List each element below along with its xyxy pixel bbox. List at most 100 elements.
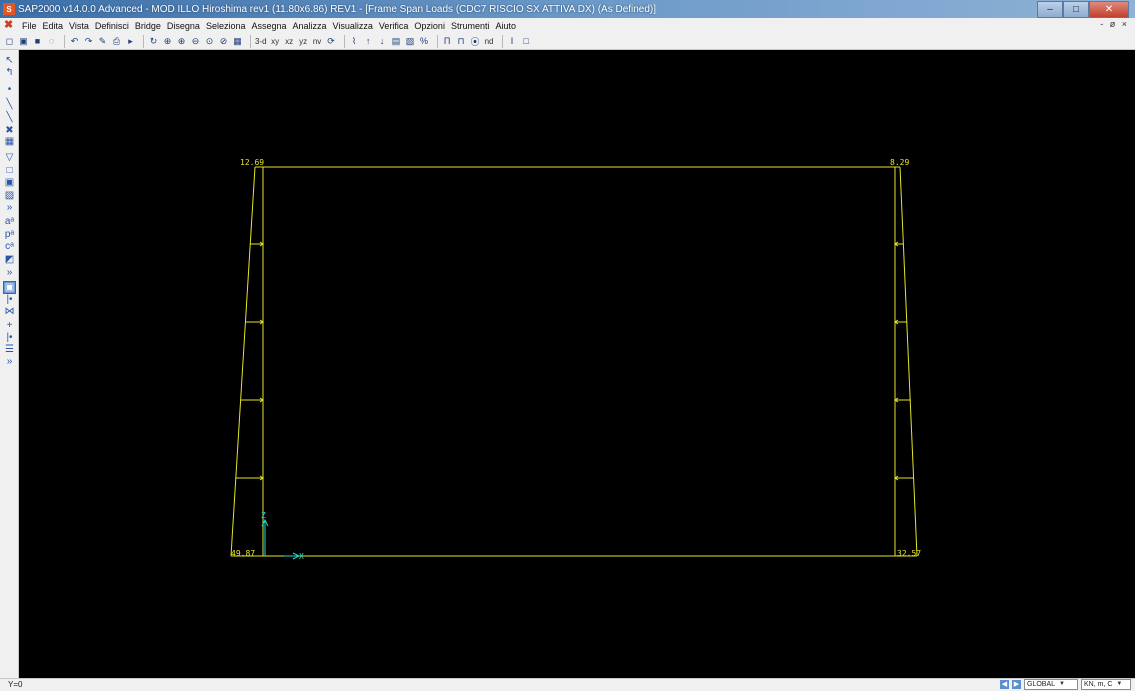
close-icon: ✕ [1104,4,1114,15]
quick-frame-icon[interactable]: ╲ [4,112,15,123]
menu-disegna[interactable]: Disegna [164,21,203,31]
menu-opzioni[interactable]: Opzioni [411,21,448,31]
snap-mid-icon[interactable]: ⋈ [4,306,15,317]
z-axis-label: Z [261,511,266,520]
coord-system-value: GLOBAL [1027,681,1056,688]
quick-area-icon[interactable]: ▣ [4,177,15,188]
zoom-window-icon[interactable]: ⊕ [162,35,173,48]
snap-end-icon[interactable]: |• [4,294,15,305]
units-select[interactable]: KN, m, C ▼ [1081,679,1131,690]
new-icon[interactable]: ◻ [4,35,15,48]
menu-seleziona[interactable]: Seleziona [203,21,249,31]
redo-icon[interactable]: ↷ [83,35,94,48]
snap-intersection-icon[interactable]: + [4,320,15,331]
chevron-down-icon: ▼ [1116,681,1123,687]
grid-icon[interactable]: ▦ [4,136,15,147]
nd-label[interactable]: nd [484,35,495,48]
window-controls: – □ ✕ [1037,1,1129,18]
view-xy-label[interactable]: xy [270,35,281,48]
frame-icon[interactable]: ▧ [405,35,416,48]
point-icon[interactable]: • [4,84,15,95]
down-icon[interactable]: ↓ [377,35,388,48]
menu-definisci[interactable]: Definisci [92,21,132,31]
maximize-button[interactable]: □ [1063,1,1089,18]
menu-visualizza[interactable]: Visualizza [330,21,376,31]
beam-icon[interactable]: I [507,35,518,48]
toolbar-separator [250,34,251,48]
rotate-3d-icon[interactable]: ⟳ [326,35,337,48]
frame-lines [230,166,918,557]
view-nv-label[interactable]: nv [312,35,323,48]
area-icon[interactable]: □ [521,35,532,48]
pointer-icon[interactable]: ↖ [4,55,15,66]
snap-icon[interactable]: ▣ [3,281,16,294]
up-icon[interactable]: ↑ [363,35,374,48]
rotate-icon[interactable]: ↻ [148,35,159,48]
mdi-controls[interactable]: - ø × [1100,19,1129,29]
snap-line-icon[interactable]: ☰ [4,344,15,355]
draw-frame-icon[interactable]: ╲ [4,99,15,110]
right-load-slope [899,166,918,557]
clear-selection-icon[interactable]: cᵃ [4,241,15,252]
zoom-in-icon[interactable]: ⊕ [176,35,187,48]
toolbar-separator [343,34,345,48]
view-left-button[interactable]: ◀ [1000,680,1009,689]
view-xz-label[interactable]: xz [284,35,295,48]
pan-icon[interactable]: ▦ [232,35,243,48]
camera-icon[interactable]: ◌ [46,35,57,48]
toolbar-separator [436,34,438,48]
menu-aiuto[interactable]: Aiuto [492,21,519,31]
load-arrows [235,241,914,481]
select-all-icon[interactable]: aᵃ [4,216,15,227]
title-bar: S SAP2000 v14.0.0 Advanced - MOD ILLO Hi… [0,0,1135,18]
status-controls: ◀ ▶ GLOBAL ▼ KN, m, C ▼ [1000,679,1131,690]
frame-release-icon[interactable]: ⊓ [456,35,467,48]
view-yz-label[interactable]: yz [298,35,309,48]
menu-bridge[interactable]: Bridge [132,21,164,31]
minimize-button[interactable]: – [1037,1,1063,18]
menu-edita[interactable]: Edita [40,21,67,31]
close-button[interactable]: ✕ [1089,1,1129,18]
solid-icon[interactable]: ▨ [4,190,15,201]
frame-section-icon[interactable]: Π [442,35,453,48]
menu-assegna[interactable]: Assegna [248,21,289,31]
perspective-icon[interactable]: ⌇ [349,35,360,48]
coord-system-select[interactable]: GLOBAL ▼ [1024,679,1078,690]
save-icon[interactable]: ■ [32,35,43,48]
zoom-previous-icon[interactable]: ⊘ [218,35,229,48]
open-icon[interactable]: ▣ [18,35,29,48]
snap-perpendicular-icon[interactable]: |• [4,332,15,343]
more-icon[interactable]: » [4,202,15,213]
rubberband-icon[interactable]: ↰ [4,67,15,78]
poly-area-icon[interactable]: ▽ [4,152,15,163]
zoom-out-icon[interactable]: ⊖ [190,35,201,48]
menu-analizza[interactable]: Analizza [290,21,330,31]
intersect-icon[interactable]: ◩ [4,254,15,265]
run-icon[interactable]: ▸ [125,35,136,48]
load-label-top-right: 8.29 [890,158,909,167]
percent-icon[interactable]: % [419,35,430,48]
axis-indicator: Z X [261,511,304,561]
frame-load-icon[interactable]: ⦿ [470,35,481,48]
undo-icon[interactable]: ↶ [69,35,80,48]
menu-verifica[interactable]: Verifica [376,21,412,31]
model-canvas[interactable]: Z X 12.69 8.29 49.87 32.57 [19,50,1135,678]
sap-icon[interactable]: S [3,3,15,15]
more2-icon[interactable]: » [4,267,15,278]
pencil-icon[interactable]: ✎ [97,35,108,48]
select-previous-icon[interactable]: pᵃ [4,229,15,240]
print-icon[interactable]: ⎙ [111,35,122,48]
main-toolbar: ◻ ▣ ■ ◌ ↶ ↷ ✎ ⎙ ▸ ↻ ⊕ ⊕ ⊖ ⊙ ⊘ ▦ 3-d xy xz yz nv ⟳ ⌇ ↑ ↓ ▤ ▧% Π ⊓ ⦿ nd I… [0,33,1135,50]
menu-vista[interactable]: Vista [66,21,92,31]
more3-icon[interactable]: » [4,356,15,367]
view-right-button[interactable]: ▶ [1012,680,1021,689]
zoom-full-icon[interactable]: ⊙ [204,35,215,48]
document-icon[interactable]: ✖ [4,20,15,31]
brace-icon[interactable]: ✖ [4,125,15,136]
menu-strumenti[interactable]: Strumenti [448,21,493,31]
units-value: KN, m, C [1084,681,1113,688]
display-icon[interactable]: ▤ [391,35,402,48]
view-3d-label[interactable]: 3-d [255,35,267,48]
rect-area-icon[interactable]: □ [4,165,15,176]
menu-file[interactable]: File [19,21,40,31]
